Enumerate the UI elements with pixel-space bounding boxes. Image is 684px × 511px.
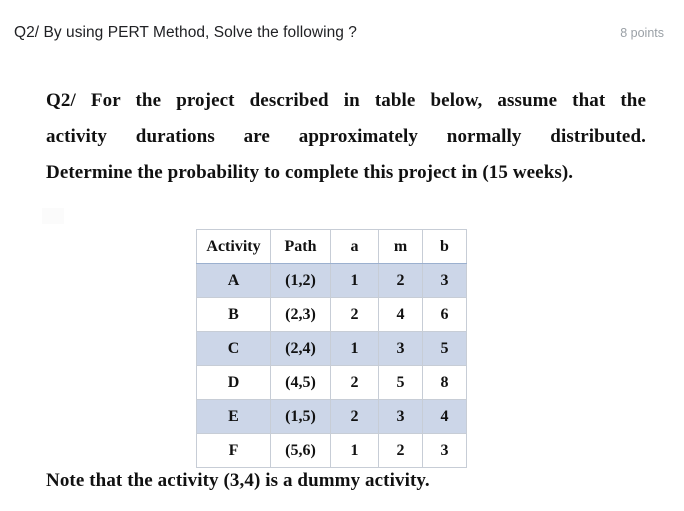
cell-activity: A bbox=[196, 263, 271, 298]
cell-m: 3 bbox=[378, 331, 423, 366]
cell-m: 4 bbox=[378, 297, 423, 332]
cell-b: 3 bbox=[422, 263, 467, 298]
cell-a: 1 bbox=[330, 263, 379, 298]
cell-a: 2 bbox=[330, 399, 379, 434]
table-row: C (2,4) 1 3 5 bbox=[196, 331, 467, 366]
cell-path: (1,5) bbox=[270, 399, 331, 434]
table-row: F (5,6) 1 2 3 bbox=[196, 433, 467, 468]
question-image-body: Q2/ For the project described in table b… bbox=[0, 66, 684, 511]
cell-b: 5 bbox=[422, 331, 467, 366]
prompt-paragraph: Q2/ For the project described in table b… bbox=[46, 83, 646, 191]
pert-table-container: Activity Path a m b A (1,2) 1 2 3 B (2,3 bbox=[196, 229, 467, 468]
cell-path: (5,6) bbox=[270, 433, 331, 468]
cell-b: 6 bbox=[422, 297, 467, 332]
cell-a: 1 bbox=[330, 433, 379, 468]
cell-path: (1,2) bbox=[270, 263, 331, 298]
table-row: A (1,2) 1 2 3 bbox=[196, 263, 467, 298]
table-header-row: Activity Path a m b bbox=[196, 229, 467, 264]
pert-activity-table: Activity Path a m b A (1,2) 1 2 3 B (2,3 bbox=[196, 229, 467, 468]
cell-b: 8 bbox=[422, 365, 467, 400]
table-body: A (1,2) 1 2 3 B (2,3) 2 4 6 C (2,4) 1 3 … bbox=[196, 263, 467, 468]
cell-a: 1 bbox=[330, 331, 379, 366]
cell-activity: C bbox=[196, 331, 271, 366]
page-title: Q2/ By using PERT Method, Solve the foll… bbox=[14, 24, 357, 41]
prompt-line-2: activity durations are approximately nor… bbox=[46, 126, 646, 147]
cell-m: 5 bbox=[378, 365, 423, 400]
cell-activity: E bbox=[196, 399, 271, 434]
cell-a: 2 bbox=[330, 297, 379, 332]
cell-b: 4 bbox=[422, 399, 467, 434]
cell-m: 2 bbox=[378, 433, 423, 468]
column-header-activity: Activity bbox=[196, 229, 271, 264]
cell-activity: F bbox=[196, 433, 271, 468]
cell-m: 3 bbox=[378, 399, 423, 434]
column-header-m: m bbox=[378, 229, 423, 264]
cell-path: (2,3) bbox=[270, 297, 331, 332]
cell-path: (2,4) bbox=[270, 331, 331, 366]
cell-a: 2 bbox=[330, 365, 379, 400]
cell-activity: D bbox=[196, 365, 271, 400]
table-header: Activity Path a m b bbox=[196, 229, 467, 264]
prompt-line-1: Q2/ For the project described in table b… bbox=[46, 90, 646, 111]
cell-activity: B bbox=[196, 297, 271, 332]
column-header-path: Path bbox=[270, 229, 331, 264]
cell-m: 2 bbox=[378, 263, 423, 298]
column-header-a: a bbox=[330, 229, 379, 264]
scan-artifact bbox=[42, 208, 64, 224]
table-row: B (2,3) 2 4 6 bbox=[196, 297, 467, 332]
cell-b: 3 bbox=[422, 433, 467, 468]
prompt-line-3: Determine the probability to complete th… bbox=[46, 162, 574, 183]
column-header-b: b bbox=[422, 229, 467, 264]
question-header: Q2/ By using PERT Method, Solve the foll… bbox=[0, 0, 684, 66]
cell-path: (4,5) bbox=[270, 365, 331, 400]
table-row: D (4,5) 2 5 8 bbox=[196, 365, 467, 400]
dummy-activity-note: Note that the activity (3,4) is a dummy … bbox=[46, 470, 430, 491]
table-row: E (1,5) 2 3 4 bbox=[196, 399, 467, 434]
points-badge: 8 points bbox=[620, 26, 664, 40]
